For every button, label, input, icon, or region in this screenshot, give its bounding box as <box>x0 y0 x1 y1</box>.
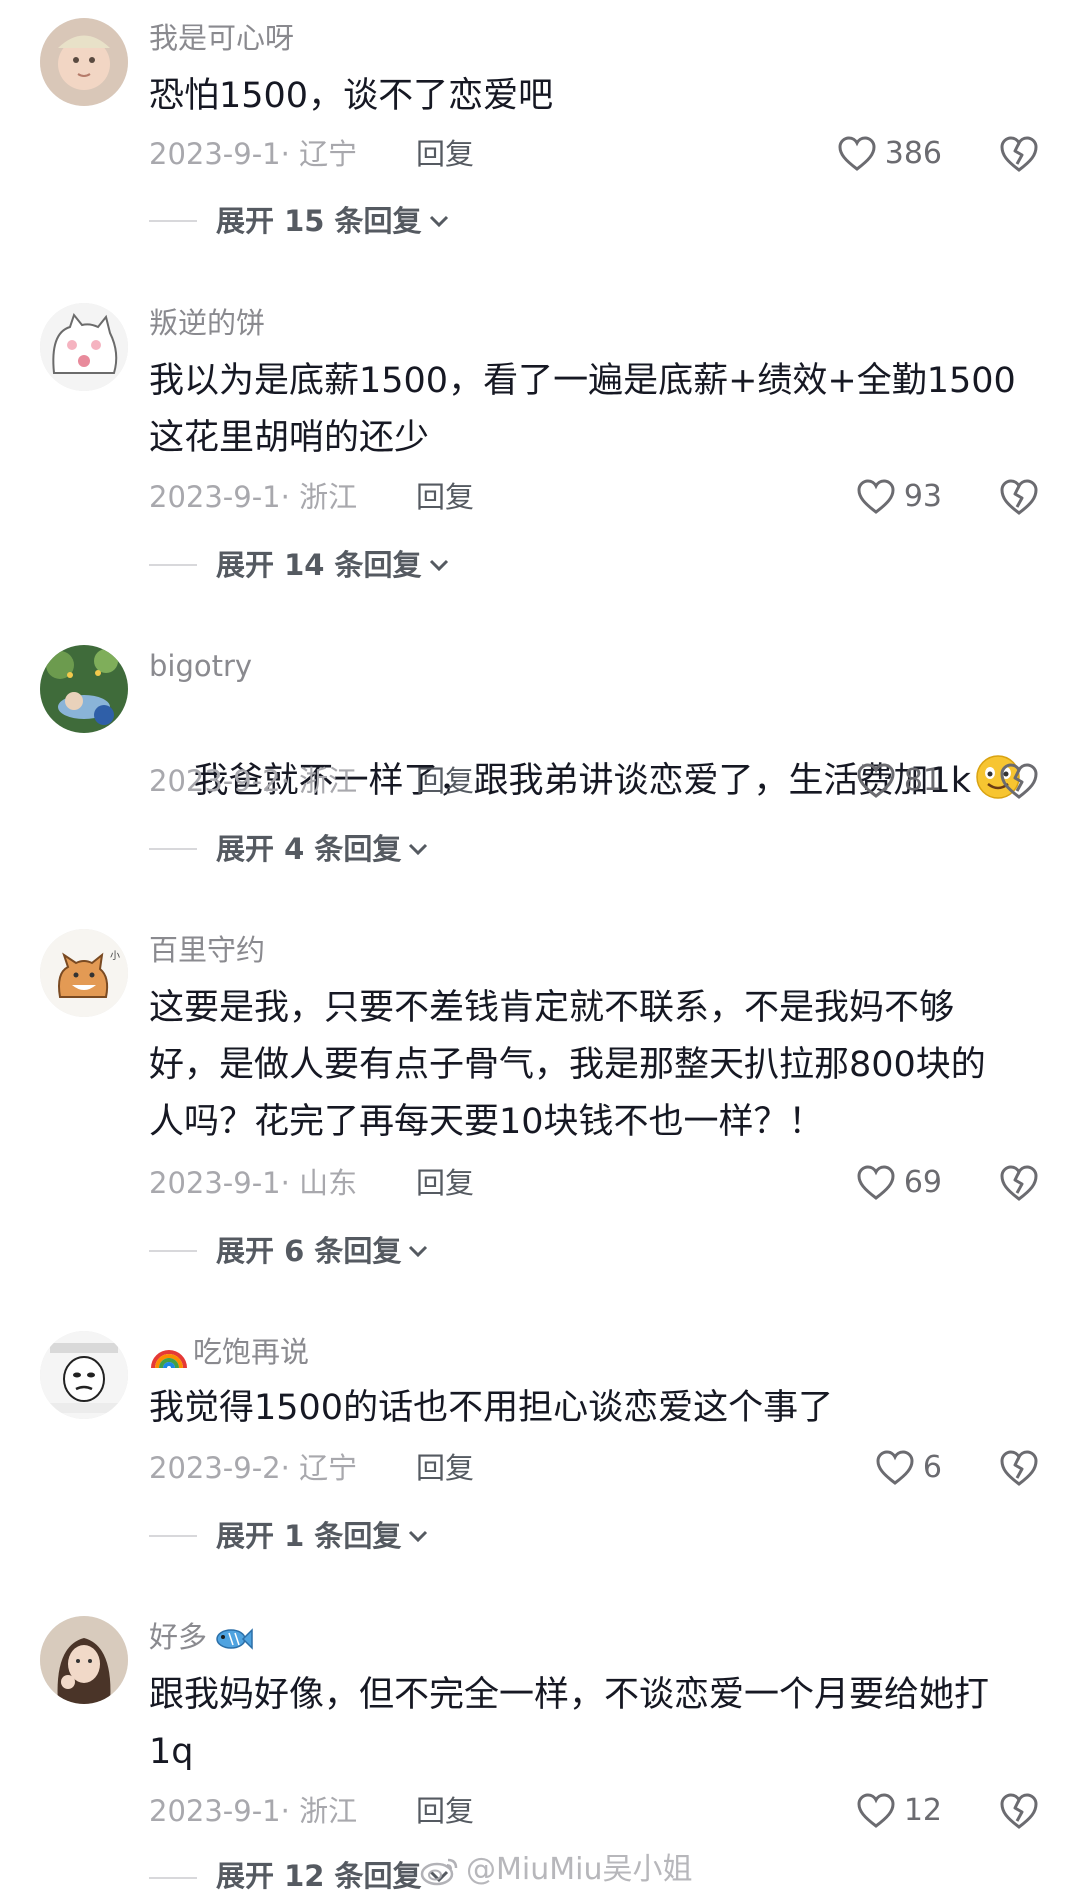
like-count: 69 <box>903 1165 942 1200</box>
like-button[interactable]: 6 <box>875 1448 942 1488</box>
avatar[interactable] <box>40 1616 128 1704</box>
avatar[interactable] <box>40 645 128 733</box>
heart-outline-icon <box>857 763 895 798</box>
username[interactable]: 叛逆的饼 <box>149 305 265 341</box>
expand-replies-button[interactable]: 展开 1 条回复 <box>216 1518 429 1554</box>
broken-heart-icon <box>1000 136 1038 172</box>
dislike-button[interactable] <box>998 134 1040 174</box>
date-location: 2023-9-2· 辽宁 <box>149 1451 358 1485</box>
username-text: 吃饱再说 <box>193 1335 310 1369</box>
expand-divider <box>149 1250 197 1252</box>
expand-divider <box>149 220 197 222</box>
expand-label: 展开 6 条回复 <box>216 1234 402 1268</box>
heart-outline-icon <box>857 479 895 514</box>
fish-emoji <box>216 1628 253 1650</box>
expand-label: 展开 1 条回复 <box>216 1519 402 1553</box>
username[interactable]: bigotry <box>149 648 252 684</box>
expand-divider <box>149 564 197 566</box>
heart-outline-icon <box>876 1450 914 1485</box>
username[interactable]: 百里守约 <box>149 932 265 968</box>
date-location: 2023-9-1· 山东 <box>149 1166 358 1200</box>
date-location: 2023-9-1· 浙江 <box>149 480 358 514</box>
rainbow-emoji <box>151 1350 187 1369</box>
dislike-button[interactable] <box>998 1448 1040 1488</box>
like-count: 386 <box>884 136 942 171</box>
like-count: 93 <box>903 479 942 514</box>
avatar[interactable]: 小 <box>40 929 128 1017</box>
expand-label: 展开 12 条回复 <box>216 1859 422 1893</box>
chevron-down-icon <box>409 1530 428 1543</box>
expand-replies-button[interactable]: 展开 14 条回复 <box>216 547 450 583</box>
like-button[interactable]: 93 <box>856 477 942 517</box>
heart-outline-icon <box>857 1793 895 1828</box>
dislike-button[interactable] <box>998 1163 1040 1203</box>
expand-replies-button[interactable]: 展开 6 条回复 <box>216 1233 429 1269</box>
chevron-down-icon <box>409 843 428 856</box>
username-text: 好多 <box>149 1620 208 1654</box>
reply-button[interactable]: 回复 <box>416 1793 474 1829</box>
broken-heart-icon <box>1000 1165 1038 1201</box>
chevron-down-icon <box>409 1245 428 1258</box>
chevron-down-icon <box>429 559 448 572</box>
username[interactable]: 好多 <box>149 1619 253 1655</box>
expand-replies-button[interactable]: 展开 4 条回复 <box>216 831 429 867</box>
comment-text: 我以为是底薪1500，看了一遍是底薪+绩效+全勤1500 这花里胡哨的还少 <box>149 361 1016 458</box>
watermark: @MiuMiu吴小姐 <box>420 1852 692 1888</box>
username[interactable]: 我是可心呀 <box>149 20 294 56</box>
expand-replies-button[interactable]: 展开 12 条回复 <box>216 1858 450 1894</box>
reply-button[interactable]: 回复 <box>416 479 474 515</box>
expand-divider <box>149 1535 197 1537</box>
comment-text: 这要是我，只要不差钱肯定就不联系，不是我妈不够 好，是做人要有点子骨气，我是那整… <box>149 988 986 1142</box>
dislike-button[interactable] <box>998 1791 1040 1831</box>
broken-heart-icon <box>1000 763 1038 799</box>
comment-text: 恐怕1500，谈不了恋爱吧 <box>149 76 554 116</box>
like-button[interactable]: 386 <box>837 134 942 174</box>
expand-label: 展开 15 条回复 <box>216 204 422 238</box>
expand-label: 展开 4 条回复 <box>216 832 402 866</box>
reply-button[interactable]: 回复 <box>416 763 474 799</box>
date-location: 2023-9-1· 辽宁 <box>149 137 358 171</box>
svg-text:小: 小 <box>110 950 120 962</box>
comment-text: 跟我妈好像，但不完全一样，不谈恋爱一个月要给她打 1q <box>149 1675 990 1772</box>
like-button[interactable]: 81 <box>856 761 942 801</box>
heart-outline-icon <box>857 1165 895 1200</box>
reply-button[interactable]: 回复 <box>416 136 474 172</box>
expand-divider <box>149 1877 197 1879</box>
expand-replies-button[interactable]: 展开 15 条回复 <box>216 203 450 239</box>
like-button[interactable]: 69 <box>856 1163 942 1203</box>
avatar[interactable] <box>40 1331 128 1419</box>
chevron-down-icon <box>429 215 448 228</box>
broken-heart-icon <box>1000 1793 1038 1829</box>
broken-heart-icon <box>1000 479 1038 515</box>
dislike-button[interactable] <box>998 761 1040 801</box>
like-count: 81 <box>903 763 942 798</box>
reply-button[interactable]: 回复 <box>416 1165 474 1201</box>
like-button[interactable]: 12 <box>856 1791 942 1831</box>
like-count: 12 <box>903 1793 942 1828</box>
heart-outline-icon <box>838 136 876 171</box>
date-location: 2023-9-1· 浙江 <box>149 1794 358 1828</box>
avatar[interactable] <box>40 18 128 106</box>
username[interactable]: 吃饱再说 <box>149 1334 309 1372</box>
reply-button[interactable]: 回复 <box>416 1450 474 1486</box>
weibo-logo-icon <box>420 1858 458 1886</box>
broken-heart-icon <box>1000 1450 1038 1486</box>
date-location: 2023-9-2· 浙江 <box>149 764 358 798</box>
avatar[interactable] <box>40 303 128 391</box>
expand-divider <box>149 848 197 850</box>
dislike-button[interactable] <box>998 477 1040 517</box>
expand-label: 展开 14 条回复 <box>216 548 422 582</box>
comment-text: 我觉得1500的话也不用担心谈恋爱这个事了 <box>149 1388 834 1428</box>
watermark-text: @MiuMiu吴小姐 <box>466 1852 693 1887</box>
like-count: 6 <box>922 1450 942 1485</box>
